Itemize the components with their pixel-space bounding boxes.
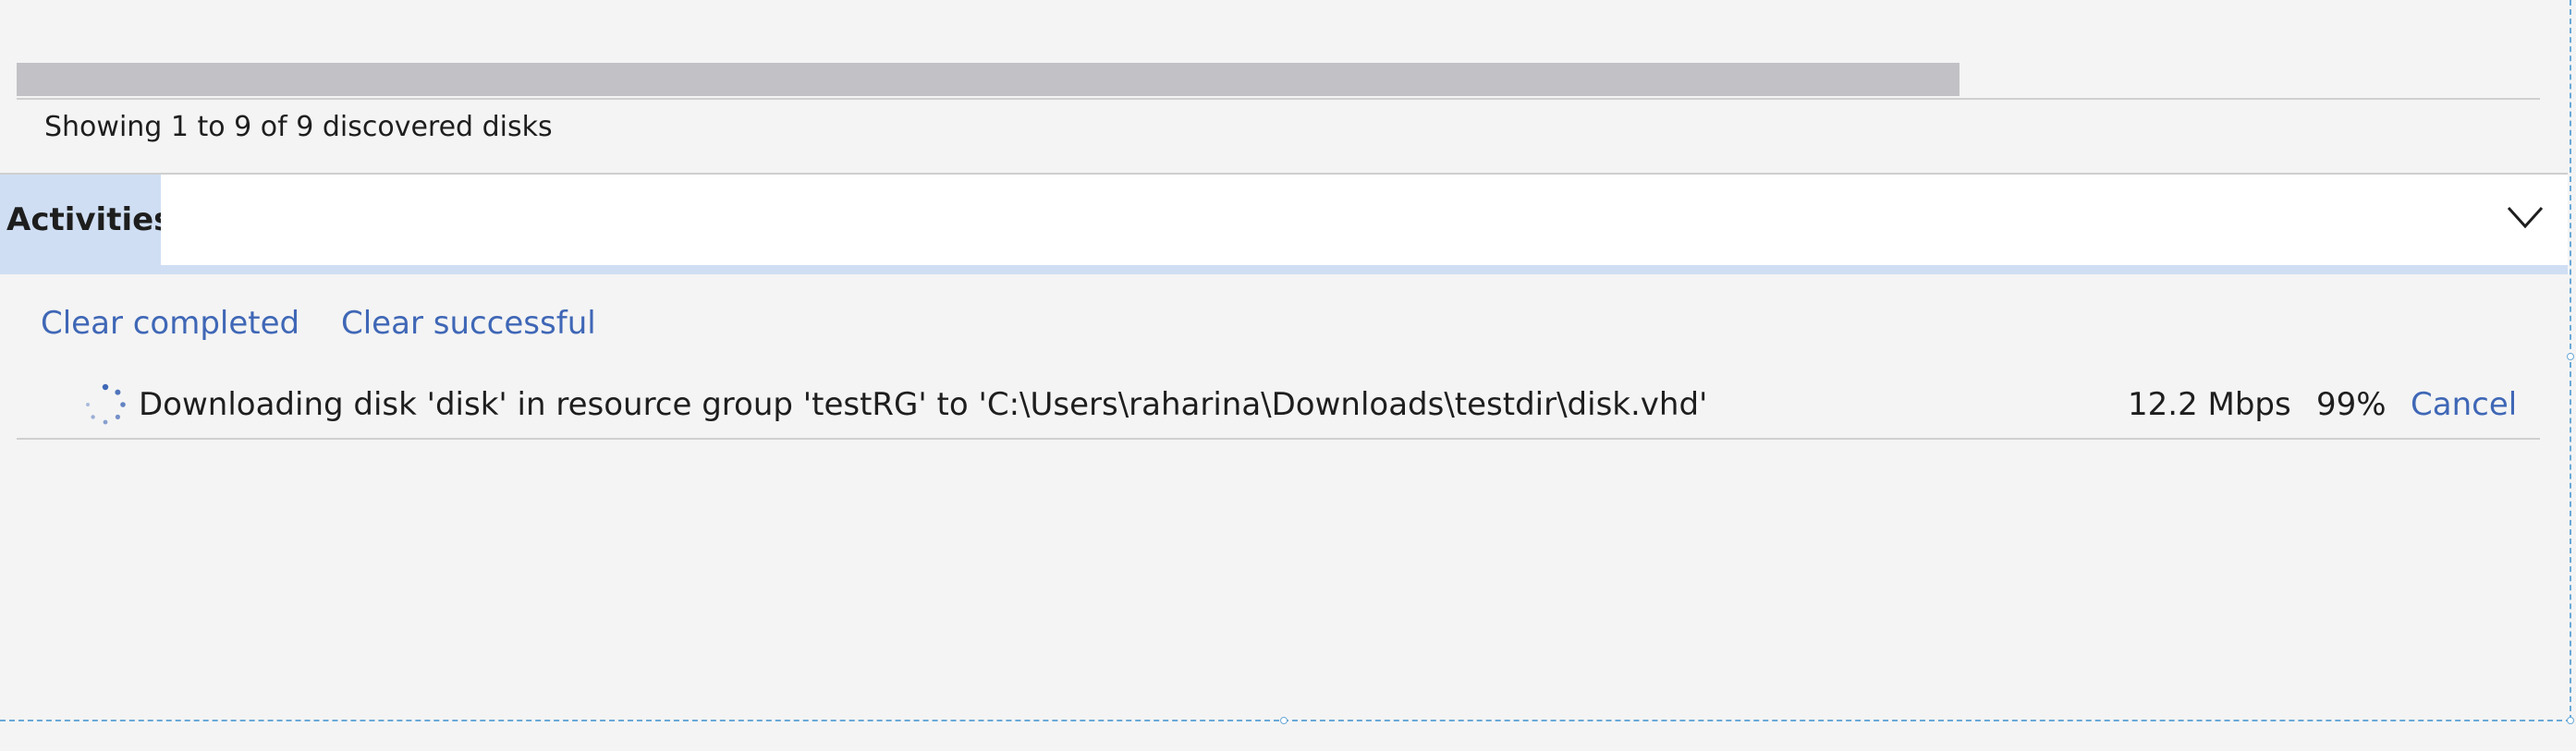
cancel-activity-link[interactable]: Cancel	[2411, 386, 2517, 423]
activity-description: Downloading disk 'disk' in resource grou…	[139, 386, 1708, 423]
activities-bar[interactable]	[161, 175, 2568, 265]
clear-completed-link[interactable]: Clear completed	[41, 305, 299, 342]
activity-progress: 99%	[2316, 386, 2387, 423]
horizontal-scrollbar[interactable]	[17, 63, 2540, 100]
activity-row: Downloading disk 'disk' in resource grou…	[17, 369, 2540, 440]
horizontal-scrollbar-thumb[interactable]	[17, 63, 1959, 96]
resize-handle-right[interactable]	[2567, 353, 2574, 360]
discovered-disks-status: Showing 1 to 9 of 9 discovered disks	[44, 111, 553, 143]
clear-successful-link[interactable]: Clear successful	[341, 305, 596, 342]
selection-outline-right	[2570, 0, 2571, 721]
chevron-down-icon[interactable]	[2505, 202, 2545, 232]
resize-handle-corner[interactable]	[2567, 717, 2574, 724]
spinner-icon	[86, 383, 126, 425]
activities-tab[interactable]: Activities	[0, 175, 172, 265]
activity-speed: 12.2 Mbps	[2128, 386, 2291, 423]
resize-handle-bottom[interactable]	[1280, 717, 1288, 724]
activities-panel-header: Activities	[0, 175, 2568, 274]
